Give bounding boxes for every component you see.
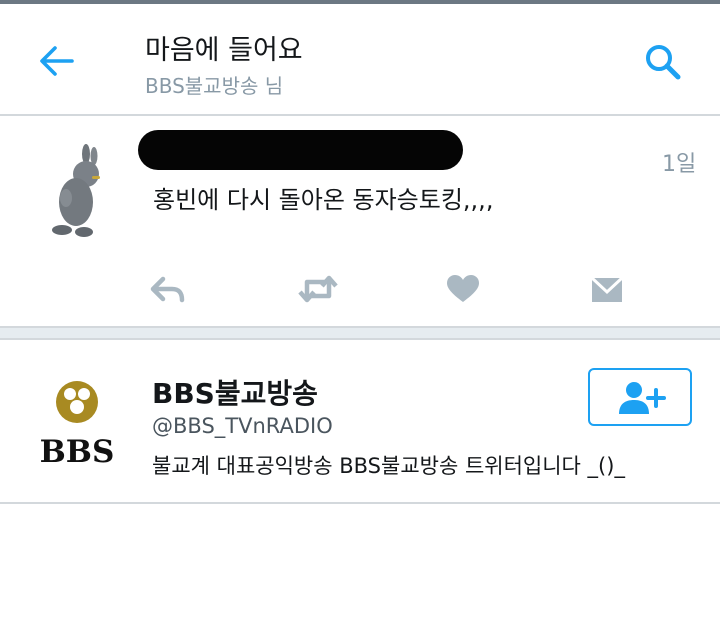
tweet-timestamp: 1일 <box>662 152 697 177</box>
follow-button[interactable] <box>588 368 692 426</box>
user-card[interactable]: BBS BBS불교방송 @BBS_TVnRADIO 불교계 대표공익방송 BBS… <box>0 340 720 502</box>
search-button[interactable] <box>641 40 685 84</box>
user-bio: 불교계 대표공익방송 BBS불교방송 트위터입니다 _()_ <box>152 454 625 478</box>
mascot-avatar-icon <box>52 144 100 237</box>
heart-icon <box>447 275 479 302</box>
user-display-name[interactable]: BBS불교방송 <box>152 372 318 412</box>
direct-message-button[interactable] <box>587 272 627 306</box>
arrow-left-icon <box>40 46 74 76</box>
user-handle: @BBS_TVnRADIO <box>152 414 333 438</box>
page-title: 마음에 들어요 <box>145 35 303 66</box>
retweet-button[interactable] <box>298 272 338 306</box>
retweet-icon <box>298 275 338 303</box>
redacted-author-name <box>138 130 463 170</box>
envelope-icon <box>590 276 624 302</box>
user-card-divider <box>0 502 720 504</box>
back-button[interactable] <box>36 40 78 82</box>
bbs-logo: BBS <box>36 380 118 470</box>
search-icon <box>646 45 681 80</box>
section-separator <box>0 326 720 340</box>
page-subtitle: BBS불교방송 님 <box>145 74 284 98</box>
reply-button[interactable] <box>148 272 188 306</box>
tweet-item[interactable]: 1일 홍빈에 다시 돌아온 동자승토킹,,,, <box>0 116 720 326</box>
reply-icon <box>150 276 185 303</box>
bbs-logo-text: BBS <box>40 434 115 466</box>
tweet-avatar[interactable] <box>42 142 108 242</box>
bbs-logo-icon: BBS <box>40 381 115 470</box>
app-header: 마음에 들어요 BBS불교방송 님 <box>0 4 720 114</box>
add-user-icon <box>619 382 666 414</box>
tweet-text: 홍빈에 다시 돌아온 동자승토킹,,,, <box>153 186 494 214</box>
like-button[interactable] <box>443 272 483 306</box>
